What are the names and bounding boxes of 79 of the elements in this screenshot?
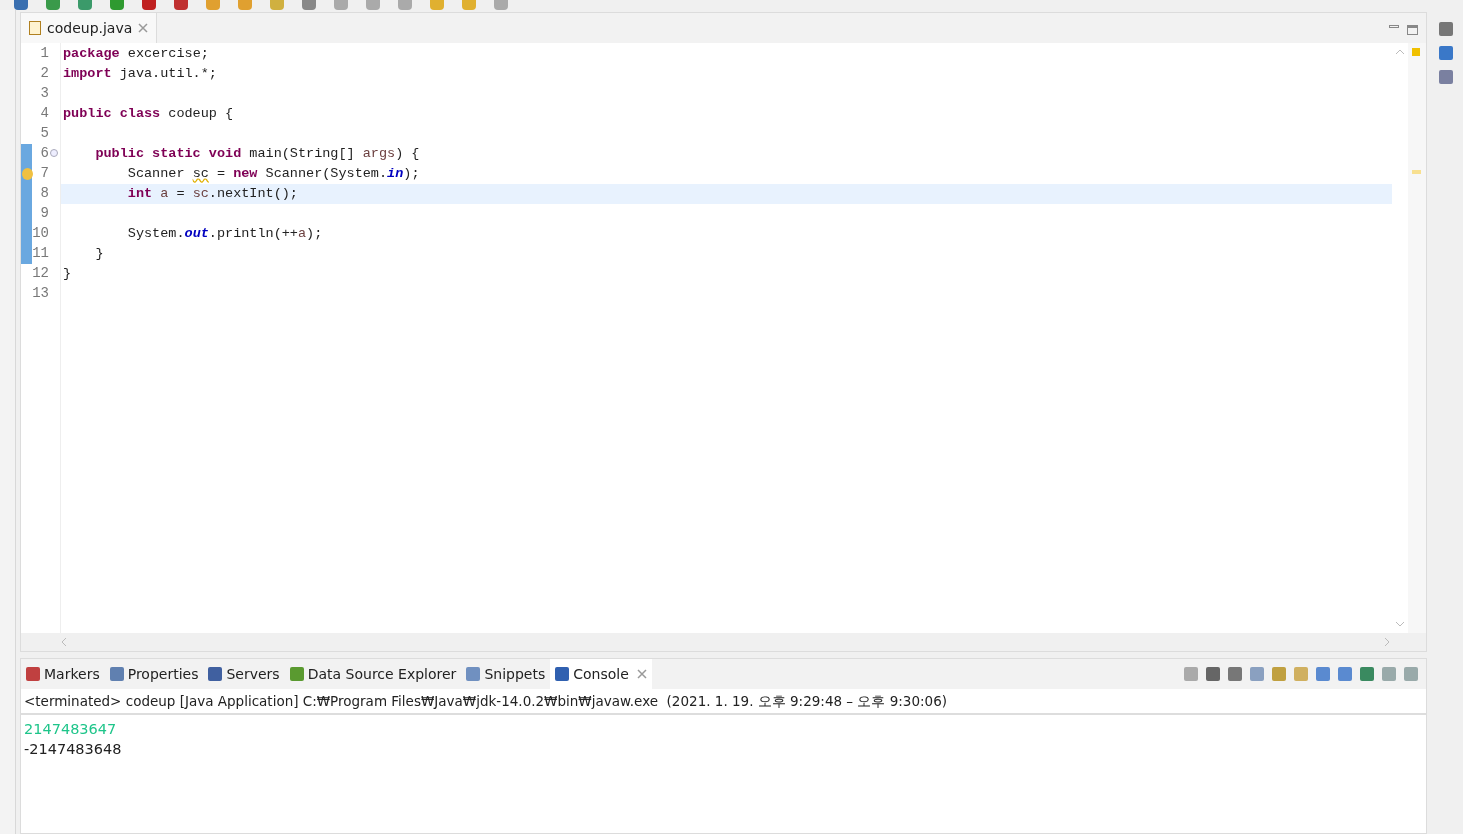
view-tab[interactable]: Console [550, 659, 652, 689]
console-toolbar-icon[interactable] [1294, 667, 1308, 681]
line-number: 1 [40, 44, 49, 63]
console-output-line: 2147483647 [23, 720, 118, 740]
console-toolbar-icon[interactable] [1404, 667, 1418, 681]
line-number: 11 [32, 244, 49, 263]
minimize-icon[interactable] [1389, 25, 1399, 28]
line-number: 7 [40, 164, 49, 183]
console-toolbar-icon[interactable] [1338, 667, 1352, 681]
view-icon[interactable] [1439, 70, 1453, 84]
console-toolbar-icon[interactable] [1360, 667, 1374, 681]
scroll-left-icon[interactable] [61, 637, 67, 647]
scroll-up-icon[interactable] [1395, 49, 1405, 55]
scroll-right-icon[interactable] [1384, 637, 1390, 647]
view-tab[interactable]: Snippets [461, 659, 551, 689]
view-icon[interactable] [1439, 46, 1453, 60]
code-line: package excercise; [62, 45, 210, 63]
warning-marker [1412, 48, 1420, 56]
console-toolbar-icon[interactable] [1206, 667, 1220, 681]
toolbar-icon[interactable] [78, 0, 92, 10]
console-header: <terminated> codeup [Java Application] C:₩Program Files₩Java₩jdk-14.0.2₩bin₩javaw.exe (2021. 1. 19. 오후 9:29:48 – 오후 9:30:06) [21, 689, 1426, 716]
toolbar-icon[interactable] [462, 0, 476, 10]
view-tab[interactable]: Properties [104, 659, 204, 689]
maximize-icon[interactable] [1407, 25, 1418, 35]
toolbar-icon[interactable] [110, 0, 124, 10]
line-number: 9 [40, 204, 49, 223]
code-line: public static void main(String[] args) { [94, 145, 421, 163]
toolbar-icon[interactable] [430, 0, 444, 10]
toolbar-icon[interactable] [302, 0, 316, 10]
console-toolbar-icon[interactable] [1382, 667, 1396, 681]
code-line: System.out.println(++a); [126, 225, 324, 243]
line-number: 13 [32, 284, 49, 303]
close-icon[interactable] [138, 23, 149, 33]
toolbar-icon[interactable] [14, 0, 28, 10]
line-number: 3 [40, 84, 49, 103]
toolbar-icon[interactable] [270, 0, 284, 10]
scroll-down-icon[interactable] [1395, 621, 1405, 627]
console-output-line: -2147483648 [23, 740, 123, 760]
line-number: 12 [32, 264, 49, 283]
console-toolbar-icon[interactable] [1184, 667, 1198, 681]
line-number: 2 [40, 64, 49, 83]
view-icon [208, 667, 223, 681]
code-line: public class codeup { [62, 105, 235, 123]
occurrence-marker [1412, 170, 1421, 174]
toolbar-icon[interactable] [46, 0, 60, 10]
code-line: } [62, 265, 73, 283]
view-tab[interactable]: Servers [203, 659, 285, 689]
code-line: import java.util.*; [62, 65, 218, 83]
console-toolbar-icon[interactable] [1250, 667, 1264, 681]
view-icon [555, 667, 570, 681]
toolbar-icon[interactable] [366, 0, 380, 10]
view-icon [289, 667, 304, 681]
console-toolbar-icon[interactable] [1228, 667, 1242, 681]
line-number: 10 [32, 224, 49, 243]
toolbar-icon[interactable] [174, 0, 188, 10]
view-icon[interactable] [1439, 22, 1453, 36]
line-number: 6 [40, 144, 49, 163]
console-toolbar-icon[interactable] [1272, 667, 1286, 681]
code-line: Scanner sc = new Scanner(System.in); [126, 165, 421, 183]
toolbar-icon[interactable] [206, 0, 220, 10]
java-file-icon [29, 21, 41, 35]
view-icon [466, 667, 481, 681]
view-icon [26, 667, 40, 681]
code-line: } [94, 245, 105, 263]
close-icon[interactable] [636, 669, 647, 679]
line-number: 5 [40, 124, 49, 143]
toolbar-icon[interactable] [238, 0, 252, 10]
toolbar-icon[interactable] [334, 0, 348, 10]
view-tab[interactable]: Markers [21, 659, 105, 689]
collapse-icon[interactable] [50, 149, 58, 157]
line-number: 8 [40, 184, 49, 203]
view-icon [109, 667, 124, 681]
editor-tab[interactable]: codeup.java [21, 13, 158, 43]
toolbar-icon[interactable] [398, 0, 412, 10]
toolbar-icon[interactable] [142, 0, 156, 10]
console-toolbar-icon[interactable] [1316, 667, 1330, 681]
view-tab[interactable]: Data Source Explorer [284, 659, 462, 689]
toolbar-icon[interactable] [494, 0, 508, 10]
line-number: 4 [40, 104, 49, 123]
